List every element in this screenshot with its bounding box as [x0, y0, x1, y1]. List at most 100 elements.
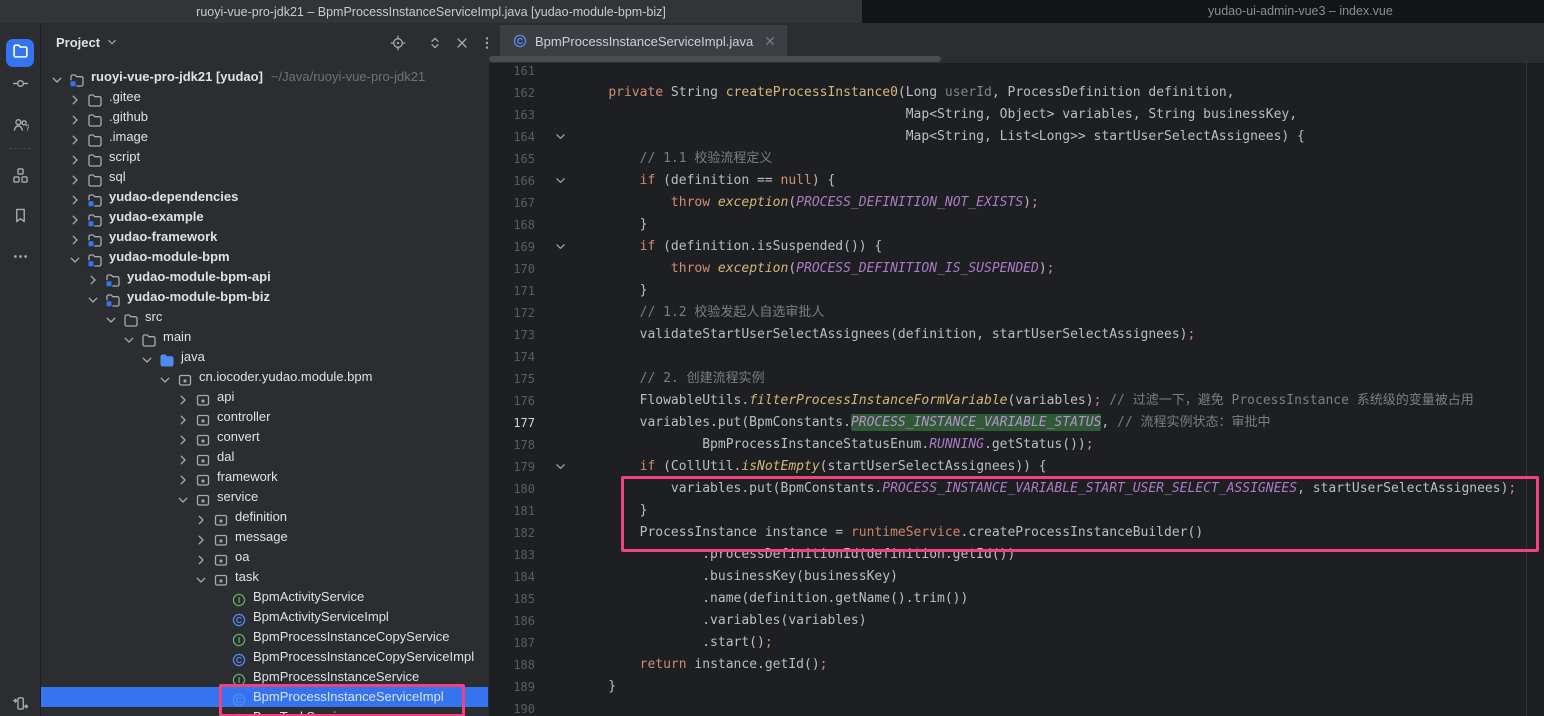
- front-window-titlebar[interactable]: ruoyi-vue-pro-jdk21 – BpmProcessInstance…: [0, 0, 862, 23]
- tool-window-button-project[interactable]: [6, 39, 34, 67]
- tree-item-controller[interactable]: controller: [41, 407, 488, 427]
- collapse-all-button[interactable]: [454, 35, 470, 51]
- chevron-down-icon[interactable]: [139, 349, 155, 365]
- select-opened-file-button[interactable]: [390, 35, 406, 51]
- chevron-down-icon[interactable]: [121, 329, 137, 345]
- tool-window-button-more-tool-windows[interactable]: [6, 245, 34, 273]
- code-line-164[interactable]: 164 Map<String, List<Long>> startUserSel…: [489, 126, 1544, 148]
- chevron-down-icon[interactable]: [103, 309, 119, 325]
- tool-window-button-structure[interactable]: [6, 164, 34, 192]
- tree-item-sql[interactable]: sql: [41, 167, 488, 187]
- fold-chevron-down-icon[interactable]: [553, 239, 568, 254]
- chevron-right-icon[interactable]: [175, 389, 191, 405]
- code-line-173[interactable]: 173 validateStartUserSelectAssignees(def…: [489, 324, 1544, 346]
- code-line-189[interactable]: 189 }: [489, 676, 1544, 698]
- chevron-down-icon[interactable]: [49, 69, 65, 85]
- chevron-right-icon[interactable]: [67, 89, 83, 105]
- tree-item-bpmprocessinstanceservice[interactable]: IBpmProcessInstanceService: [41, 667, 488, 687]
- chevron-down-icon[interactable]: [85, 289, 101, 305]
- tree-item-cn.iocoder.yudao.module.bpm[interactable]: cn.iocoder.yudao.module.bpm: [41, 367, 488, 387]
- code-line-166[interactable]: 166 if (definition == null) {: [489, 170, 1544, 192]
- code-area[interactable]: 161162 private String createProcessInsta…: [489, 60, 1544, 716]
- chevron-right-icon[interactable]: [67, 169, 83, 185]
- chevron-right-icon[interactable]: [85, 269, 101, 285]
- code-line-175[interactable]: 175 // 2. 创建流程实例: [489, 368, 1544, 390]
- code-line-161[interactable]: 161: [489, 60, 1544, 82]
- tree-item-yudao-module-bpm-biz[interactable]: yudao-module-bpm-biz: [41, 287, 488, 307]
- tree-item-dal[interactable]: dal: [41, 447, 488, 467]
- chevron-down-icon[interactable]: [105, 35, 119, 49]
- options-button[interactable]: [479, 35, 488, 51]
- tree-item-yudao-example[interactable]: yudao-example: [41, 207, 488, 227]
- tree-item-bpmtaskservice[interactable]: IBpmTaskService: [41, 707, 488, 716]
- chevron-right-icon[interactable]: [175, 449, 191, 465]
- tree-item-definition[interactable]: definition: [41, 507, 488, 527]
- tree-item-yudao-module-bpm[interactable]: yudao-module-bpm: [41, 247, 488, 267]
- code-line-182[interactable]: 182 ProcessInstance instance = runtimeSe…: [489, 522, 1544, 544]
- code-line-186[interactable]: 186 .variables(variables): [489, 610, 1544, 632]
- code-line-174[interactable]: 174: [489, 346, 1544, 368]
- tree-item-oa[interactable]: oa: [41, 547, 488, 567]
- back-window-titlebar[interactable]: yudao-ui-admin-vue3 – index.vue: [862, 0, 1544, 23]
- chevron-right-icon[interactable]: [67, 109, 83, 125]
- tree-item-convert[interactable]: convert: [41, 427, 488, 447]
- tree-item-.gitee[interactable]: .gitee: [41, 87, 488, 107]
- chevron-right-icon[interactable]: [67, 149, 83, 165]
- code-line-176[interactable]: 176 FlowableUtils.filterProcessInstanceF…: [489, 390, 1544, 412]
- tree-item-main[interactable]: main: [41, 327, 488, 347]
- code-line-187[interactable]: 187 .start();: [489, 632, 1544, 654]
- tree-item-yudao-dependencies[interactable]: yudao-dependencies: [41, 187, 488, 207]
- tree-item-.github[interactable]: .github: [41, 107, 488, 127]
- tool-window-button-bookmarks[interactable]: [6, 204, 34, 232]
- chevron-right-icon[interactable]: [67, 129, 83, 145]
- project-panel-title[interactable]: Project: [56, 35, 100, 50]
- code-line-178[interactable]: 178 BpmProcessInstanceStatusEnum.RUNNING…: [489, 434, 1544, 456]
- code-line-181[interactable]: 181 }: [489, 500, 1544, 522]
- code-line-168[interactable]: 168 }: [489, 214, 1544, 236]
- code-line-180[interactable]: 180 variables.put(BpmConstants.PROCESS_I…: [489, 478, 1544, 500]
- code-line-167[interactable]: 167 throw exception(PROCESS_DEFINITION_N…: [489, 192, 1544, 214]
- tool-window-button-terminal[interactable]: [6, 692, 34, 716]
- code-line-169[interactable]: 169 if (definition.isSuspended()) {: [489, 236, 1544, 258]
- chevron-right-icon[interactable]: [175, 429, 191, 445]
- tree-item-bpmactivityserviceimpl[interactable]: CBpmActivityServiceImpl: [41, 607, 488, 627]
- code-line-171[interactable]: 171 }: [489, 280, 1544, 302]
- tree-item-bpmprocessinstancecopyserviceimpl[interactable]: CBpmProcessInstanceCopyServiceImpl: [41, 647, 488, 667]
- chevron-down-icon[interactable]: [175, 489, 191, 505]
- close-icon[interactable]: [763, 34, 777, 48]
- tool-window-button-pull-requests[interactable]: ?: [6, 113, 34, 141]
- tree-item-script[interactable]: script: [41, 147, 488, 167]
- chevron-right-icon[interactable]: [67, 229, 83, 245]
- code-line-183[interactable]: 183 .processDefinitionId(definition.getI…: [489, 544, 1544, 566]
- code-line-177[interactable]: 177 variables.put(BpmConstants.PROCESS_I…: [489, 412, 1544, 434]
- expand-all-button[interactable]: [427, 35, 443, 51]
- chevron-right-icon[interactable]: [175, 469, 191, 485]
- tool-window-button-commit[interactable]: [6, 72, 34, 100]
- code-line-179[interactable]: 179 if (CollUtil.isNotEmpty(startUserSel…: [489, 456, 1544, 478]
- chevron-right-icon[interactable]: [193, 509, 209, 525]
- code-line-184[interactable]: 184 .businessKey(businessKey): [489, 566, 1544, 588]
- tree-item-bpmprocessinstancecopyservice[interactable]: IBpmProcessInstanceCopyService: [41, 627, 488, 647]
- code-line-172[interactable]: 172 // 1.2 校验发起人自选审批人: [489, 302, 1544, 324]
- editor-tab[interactable]: C BpmProcessInstanceServiceImpl.java: [500, 25, 787, 57]
- tree-item-yudao-framework[interactable]: yudao-framework: [41, 227, 488, 247]
- tree-item-ruoyi-vue-pro-jdk21-yudao-[interactable]: ruoyi-vue-pro-jdk21 [yudao]~/Java/ruoyi-…: [41, 67, 488, 87]
- tree-item-framework[interactable]: framework: [41, 467, 488, 487]
- chevron-right-icon[interactable]: [193, 549, 209, 565]
- code-line-190[interactable]: 190: [489, 698, 1544, 716]
- chevron-down-icon[interactable]: [193, 569, 209, 585]
- code-line-163[interactable]: 163 Map<String, Object> variables, Strin…: [489, 104, 1544, 126]
- tree-item-src[interactable]: src: [41, 307, 488, 327]
- chevron-right-icon[interactable]: [67, 209, 83, 225]
- chevron-right-icon[interactable]: [67, 189, 83, 205]
- tree-item-api[interactable]: api: [41, 387, 488, 407]
- fold-chevron-down-icon[interactable]: [553, 173, 568, 188]
- fold-chevron-down-icon[interactable]: [553, 459, 568, 474]
- code-line-188[interactable]: 188 return instance.getId();: [489, 654, 1544, 676]
- code-line-165[interactable]: 165 // 1.1 校验流程定义: [489, 148, 1544, 170]
- chevron-right-icon[interactable]: [193, 529, 209, 545]
- fold-chevron-down-icon[interactable]: [553, 129, 568, 144]
- tree-item-task[interactable]: task: [41, 567, 488, 587]
- tree-item-.image[interactable]: .image: [41, 127, 488, 147]
- code-line-185[interactable]: 185 .name(definition.getName().trim()): [489, 588, 1544, 610]
